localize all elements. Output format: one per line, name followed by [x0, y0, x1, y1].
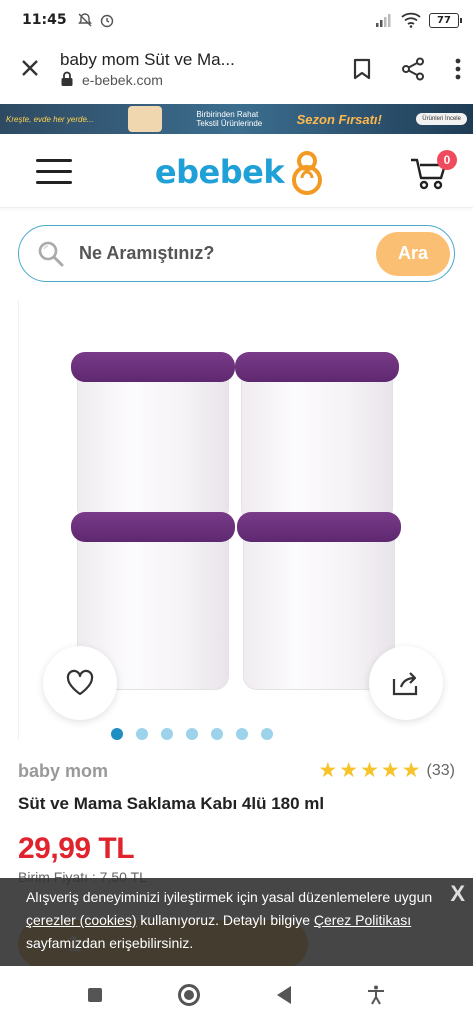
menu-icon[interactable]	[36, 159, 72, 184]
url-domain: e-bebek.com	[82, 72, 163, 88]
product-title: Süt ve Mama Saklama Kabı 4lü 180 ml	[18, 794, 325, 813]
favorite-button[interactable]	[43, 646, 117, 720]
star-icon: ★	[401, 759, 421, 782]
cookie-text-middle: kullanıyoruz. Detaylı bilgiye	[136, 912, 314, 928]
browser-toolbar: baby mom Süt ve Ma... e-bebek.com	[0, 40, 473, 98]
cookie-text-after: sayfamızdan erişebilirsiniz.	[26, 935, 194, 951]
product-brand[interactable]: baby mom	[18, 761, 108, 782]
promo-middle-line2: Tekstil Ürünlerinde	[196, 119, 263, 128]
battery-icon: 77	[429, 12, 462, 28]
promo-left-text: Kreşte, evde her yerde...	[6, 114, 94, 124]
product-image-gallery[interactable]	[18, 300, 455, 740]
home-icon[interactable]	[178, 984, 201, 1006]
url-bar[interactable]: baby mom Süt ve Ma... e-bebek.com	[60, 50, 339, 88]
logo-text: ebebek	[154, 152, 285, 191]
more-options-icon[interactable]	[455, 58, 461, 80]
pagination-dot[interactable]	[185, 728, 198, 740]
gallery-pagination	[0, 728, 473, 740]
review-count: (33)	[426, 761, 455, 779]
share-icon[interactable]	[401, 57, 425, 81]
lock-icon	[61, 71, 73, 86]
product-rating[interactable]: ★ ★ ★ ★ ★ (33)	[318, 760, 455, 781]
pagination-dot[interactable]	[160, 728, 173, 740]
cookie-close-button[interactable]: X	[450, 882, 465, 905]
share-icon	[392, 672, 418, 696]
status-bar: 11:45 77	[0, 0, 473, 40]
back-icon[interactable]	[276, 986, 291, 1004]
pagination-dot[interactable]	[110, 728, 123, 740]
search-icon	[38, 241, 64, 266]
close-icon	[22, 59, 38, 76]
cart-count-badge: 0	[436, 149, 457, 170]
accessibility-icon[interactable]	[367, 985, 385, 1005]
pagination-dot[interactable]	[210, 728, 223, 740]
cookies-link[interactable]: çerezler (cookies)	[26, 912, 136, 928]
pagination-dot[interactable]	[135, 728, 148, 740]
page-title: baby mom Süt ve Ma...	[60, 50, 235, 69]
product-price: 29,99 TL	[18, 832, 135, 865]
cookie-text-before: Alışveriş deneyiminizi iyileştirmek için…	[26, 889, 433, 905]
star-icon: ★	[360, 759, 379, 782]
promo-banner[interactable]: Kreşte, evde her yerde... Birbirinden Ra…	[0, 104, 473, 134]
cookie-consent-banner: Alışveriş deneyiminizi iyileştirmek için…	[0, 878, 473, 966]
star-icon: ★	[339, 759, 359, 782]
alarm-icon	[100, 14, 113, 28]
search-button[interactable]: Ara	[376, 231, 450, 276]
promo-child-image	[128, 106, 163, 132]
mute-notification-icon	[77, 13, 92, 27]
heart-icon	[66, 669, 94, 696]
pagination-dot[interactable]	[235, 728, 248, 740]
bookmark-icon[interactable]	[353, 58, 371, 80]
promo-middle-line1: Birbirinden Rahat	[196, 110, 259, 119]
wifi-icon	[401, 12, 421, 28]
jar-image	[71, 352, 235, 522]
search-input[interactable]	[79, 243, 376, 264]
pagination-dot[interactable]	[260, 728, 273, 740]
star-icon: ★	[318, 759, 338, 782]
share-product-button[interactable]	[369, 646, 443, 720]
promo-cta-button[interactable]: Ürünleri İncele	[416, 113, 467, 125]
signal-icon	[376, 14, 391, 27]
clock: 11:45	[22, 12, 67, 28]
system-navigation-bar	[0, 966, 473, 1024]
cookie-policy-link[interactable]: Çerez Politikası	[314, 912, 411, 928]
close-tab-button[interactable]	[12, 54, 48, 85]
search-bar: Ara	[18, 225, 455, 282]
promo-headline: Sezon Fırsatı!	[296, 111, 382, 127]
logo-mark-icon	[292, 150, 323, 195]
recent-apps-icon[interactable]	[88, 988, 103, 1002]
jar-image	[235, 352, 399, 522]
star-icon: ★	[380, 759, 400, 782]
site-logo[interactable]: ebebek	[155, 148, 326, 196]
site-header: ebebek 0	[0, 136, 473, 208]
cart-button[interactable]: 0	[409, 149, 457, 192]
